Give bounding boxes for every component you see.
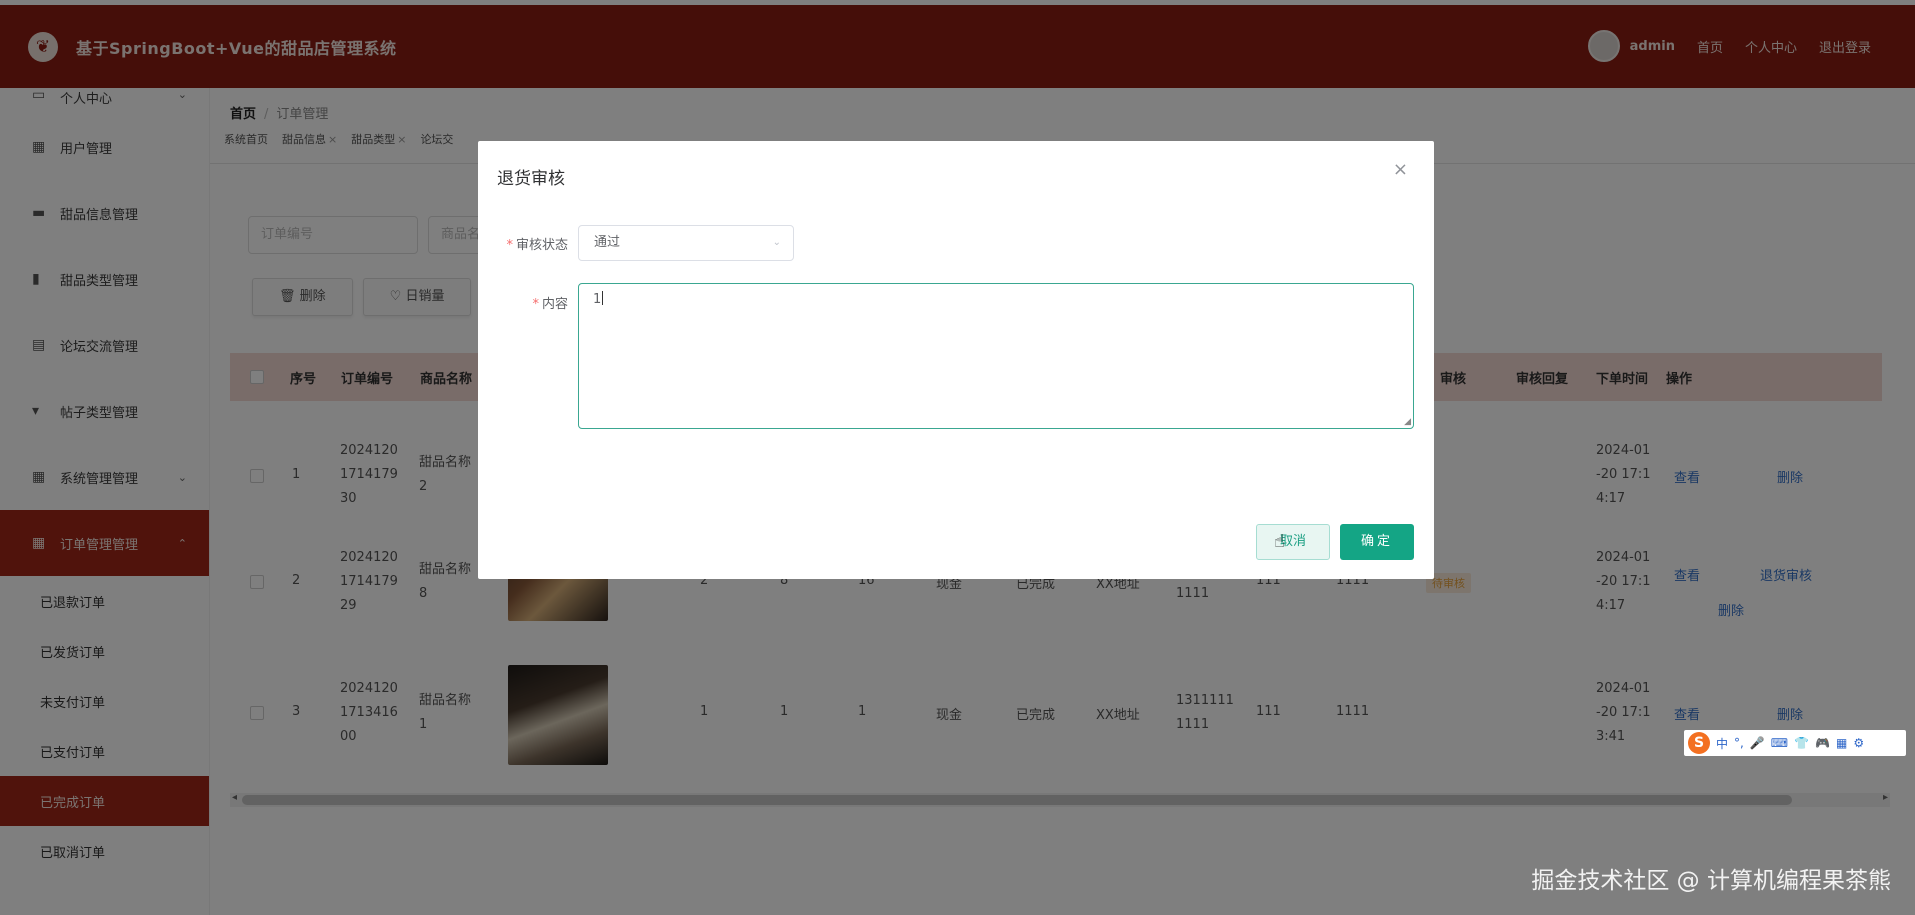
dialog-title: 退货审核 [497,169,565,189]
cancel-button[interactable]: 取消 [1256,524,1330,560]
hand-cursor-icon: ☝ [1274,531,1285,552]
status-select-value: 通过 [594,235,621,250]
watermark: 掘金技术社区 @ 计算机编程果茶熊 [1531,868,1891,894]
refund-audit-dialog: 退货审核 × * 审核状态 通过 ⌄ * 内容 1 ◢ 取消 确定 ☝ [478,141,1434,579]
required-mark: * [506,238,513,253]
close-icon[interactable]: × [1393,159,1408,180]
microphone-icon[interactable]: 🎤 [1750,736,1765,750]
required-mark: * [532,297,539,312]
text-cursor [602,291,604,305]
resize-grip-icon[interactable]: ◢ [1404,417,1411,427]
status-label-text: 审核状态 [515,238,568,253]
ime-mode-toggle[interactable]: 中 [1716,735,1728,752]
content-textarea[interactable]: 1 ◢ [578,283,1414,429]
game-icon[interactable]: 🎮 [1815,736,1830,750]
status-label: * 审核状态 [468,234,568,253]
status-select[interactable]: 通过 ⌄ [578,225,794,261]
confirm-button[interactable]: 确定 [1340,524,1414,560]
keyboard-icon[interactable]: ⌨ [1771,736,1788,750]
skin-icon[interactable]: 👕 [1794,736,1809,750]
apps-icon[interactable]: ▦ [1836,736,1847,750]
punctuation-icon[interactable]: °, [1734,736,1744,750]
settings-icon[interactable]: ⚙ [1853,736,1864,750]
content-label: * 内容 [468,293,568,312]
sogou-logo-icon[interactable]: S [1688,732,1710,754]
content-label-text: 内容 [541,297,568,312]
content-text: 1 [593,292,602,307]
chevron-down-icon: ⌄ [772,237,781,248]
ime-toolbar: S 中 °, 🎤 ⌨ 👕 🎮 ▦ ⚙ [1684,730,1906,756]
